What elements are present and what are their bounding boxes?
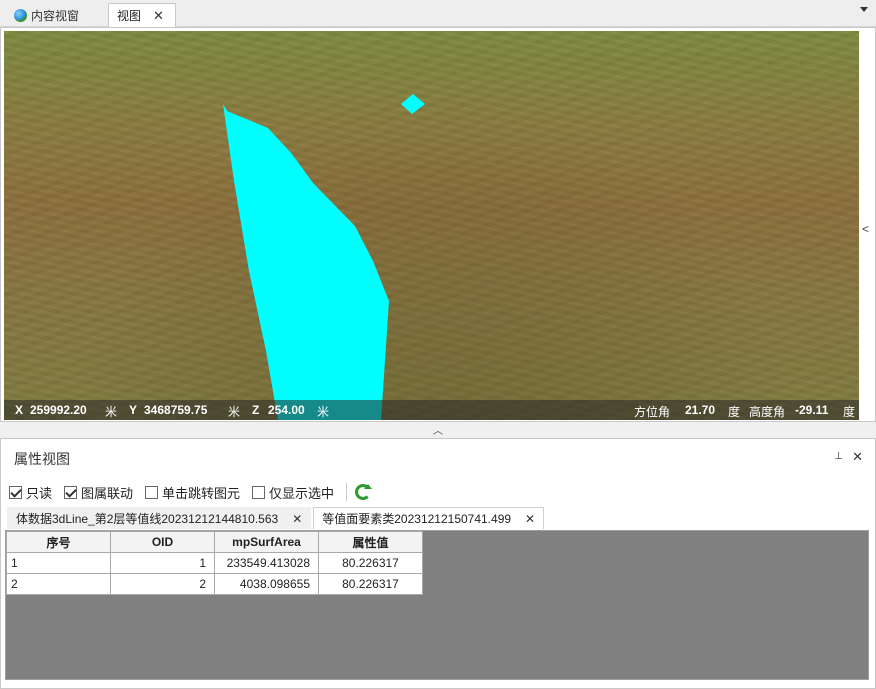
x-coord-value: 259992.20	[30, 403, 87, 417]
toolbar-separator	[346, 483, 348, 501]
y-coord-value: 3468759.75	[144, 403, 208, 417]
coordinate-status-bar: X 259992.20 米 Y 3468759.75 米 Z 254.00 米 …	[4, 400, 859, 420]
layer-tabs: 体数据3dLine_第2层等值线20231212144810.563 ✕ 等值面…	[7, 507, 546, 529]
chevron-up-icon[interactable]: ︿	[433, 426, 443, 437]
document-tab-strip: 内容视窗 视图 ✕	[0, 0, 876, 27]
z-coord-label: Z	[252, 403, 260, 417]
checkbox-checked-icon[interactable]	[9, 485, 22, 499]
tab-content-window-label: 内容视窗	[31, 8, 80, 23]
contour-surface-polygon-small[interactable]	[401, 94, 425, 114]
elevation-unit: 度	[843, 405, 856, 419]
readonly-checkbox[interactable]: 只读	[9, 483, 52, 502]
refresh-icon[interactable]	[355, 484, 373, 500]
z-coord-unit: 米	[317, 405, 330, 419]
scene-view-frame: X 259992.20 米 Y 3468759.75 米 Z 254.00 米 …	[0, 27, 876, 422]
column-header-mpsurfarea[interactable]: mpSurfArea	[214, 531, 319, 553]
pin-icon[interactable]: ⊥	[834, 451, 843, 462]
azimuth-label: 方位角	[634, 405, 671, 419]
x-coord-label: X	[15, 403, 24, 417]
y-coord-label: Y	[129, 403, 138, 417]
show-selected-only-checkbox[interactable]: 仅显示选中	[252, 483, 334, 502]
row-seq-cell[interactable]: 2	[6, 573, 111, 595]
column-header-oid[interactable]: OID	[110, 531, 215, 553]
property-view-panel: 属性视图 ⊥ ✕ 只读 图属联动 单击跳转图元 仅显示选中 体数据3dLine_…	[0, 438, 876, 689]
oid-cell[interactable]: 2	[110, 573, 215, 595]
dropdown-arrow-icon[interactable]	[860, 7, 868, 12]
panel-splitter[interactable]: ︿	[0, 422, 876, 437]
mpsurfarea-cell[interactable]: 233549.413028	[214, 552, 319, 574]
azimuth-unit: 度	[728, 405, 741, 419]
map-attribute-link-label: 图属联动	[81, 485, 134, 501]
panel-title: 属性视图	[14, 451, 70, 467]
scene-viewport[interactable]: X 259992.20 米 Y 3468759.75 米 Z 254.00 米 …	[4, 31, 859, 420]
table-row[interactable]: 2 2 4038.098655 80.226317	[6, 573, 423, 595]
x-coord-unit: 米	[105, 405, 118, 419]
tab-contour-surface-layer[interactable]: 等值面要素类20231212150741.499 ✕	[313, 507, 545, 529]
tab-content-window[interactable]: 内容视窗	[6, 3, 102, 27]
globe-icon	[14, 8, 27, 22]
column-header-attribute-value[interactable]: 属性值	[318, 531, 423, 553]
tab-contour-line-layer[interactable]: 体数据3dLine_第2层等值线20231212144810.563 ✕	[7, 507, 312, 529]
click-jump-feature-checkbox[interactable]: 单击跳转图元	[145, 483, 240, 502]
checkbox-unchecked-icon[interactable]	[252, 485, 266, 499]
checkbox-unchecked-icon[interactable]	[145, 485, 159, 499]
column-header-seq[interactable]: 序号	[6, 531, 111, 553]
click-jump-feature-label: 单击跳转图元	[162, 485, 241, 501]
attribute-table: 序号 OID mpSurfArea 属性值 1 1 233549.413028 …	[6, 531, 423, 595]
attribute-value-cell[interactable]: 80.226317	[318, 573, 423, 595]
attribute-grid[interactable]: 序号 OID mpSurfArea 属性值 1 1 233549.413028 …	[5, 530, 869, 680]
oid-cell[interactable]: 1	[110, 552, 215, 574]
mpsurfarea-cell[interactable]: 4038.098655	[214, 573, 319, 595]
close-icon[interactable]: ✕	[525, 512, 535, 526]
azimuth-value: 21.70	[685, 403, 716, 417]
elevation-value: -29.11	[795, 403, 829, 417]
tab-contour-line-layer-label: 体数据3dLine_第2层等值线20231212144810.563	[16, 512, 279, 526]
surface-polygons	[223, 94, 425, 420]
tab-view[interactable]: 视图 ✕	[108, 3, 176, 27]
tab-contour-surface-layer-label: 等值面要素类20231212150741.499	[322, 512, 512, 526]
row-seq-cell[interactable]: 1	[6, 552, 111, 574]
elevation-label: 高度角	[749, 405, 786, 419]
z-coord-value: 254.00	[268, 403, 305, 417]
map-attribute-link-checkbox[interactable]: 图属联动	[64, 483, 133, 502]
close-icon[interactable]: ✕	[852, 449, 863, 465]
show-selected-only-label: 仅显示选中	[269, 485, 335, 501]
chevron-left-icon[interactable]: <	[862, 222, 869, 236]
checkbox-checked-icon[interactable]	[64, 485, 78, 499]
readonly-label: 只读	[26, 485, 53, 501]
property-toolbar: 只读 图属联动 单击跳转图元 仅显示选中	[9, 483, 373, 502]
contour-surface-polygon-large[interactable]	[223, 104, 389, 420]
attribute-value-cell[interactable]: 80.226317	[318, 552, 423, 574]
close-icon[interactable]: ✕	[153, 8, 164, 24]
close-icon[interactable]: ✕	[292, 512, 302, 526]
table-header-row: 序号 OID mpSurfArea 属性值	[6, 531, 423, 553]
tab-view-label: 视图	[117, 9, 142, 23]
table-row[interactable]: 1 1 233549.413028 80.226317	[6, 552, 423, 574]
y-coord-unit: 米	[228, 405, 241, 419]
